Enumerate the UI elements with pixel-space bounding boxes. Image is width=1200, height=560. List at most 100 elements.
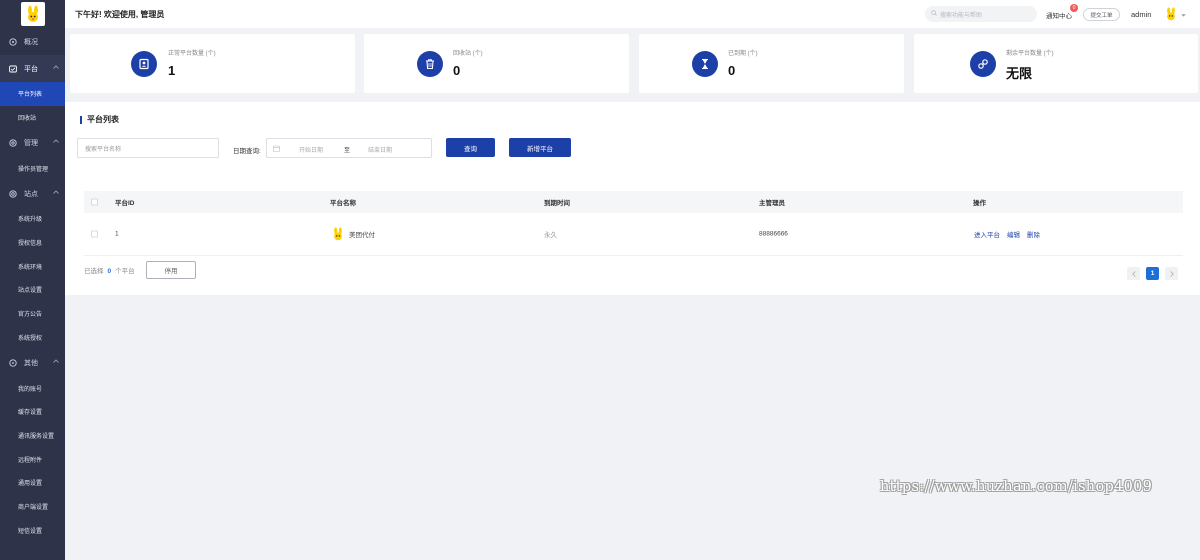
end-date-input[interactable]: 结束日期 <box>368 145 392 154</box>
nav-other[interactable]: 其他 <box>0 349 65 376</box>
chevron-up-icon <box>53 64 59 71</box>
stat-value: 无限 <box>1006 66 1033 81</box>
sidebar-item-authorization[interactable]: 系统授权 <box>0 326 65 350</box>
submit-ticket-button[interactable]: 提交工单 <box>1083 8 1120 21</box>
settings-icon <box>8 138 17 147</box>
selected-prefix: 已选择 <box>84 268 104 275</box>
platform-table: 平台ID 平台名称 到期时间 主管理员 操作 1 美团代付 永久 8888666… <box>84 191 1183 256</box>
sidebar-item-upgrade[interactable]: 系统升级 <box>0 207 65 231</box>
sidebar-item-environment[interactable]: 系统环境 <box>0 254 65 278</box>
stat-card-remaining: 剩余平台数量 (个) 无限 <box>914 34 1198 93</box>
platform-name-placeholder: 搜索平台名称 <box>85 146 122 153</box>
date-filter-label: 日期查询: <box>233 148 261 155</box>
platform-name-search-input[interactable]: 搜索平台名称 <box>77 138 219 158</box>
sidebar-item-announcement[interactable]: 官方公告 <box>0 302 65 326</box>
nav-site-label: 站点 <box>24 190 38 198</box>
stat-card-expired: 已到期 (个) 0 <box>639 34 904 93</box>
enter-platform-link[interactable]: 进入平台 <box>974 229 1000 239</box>
hourglass-icon <box>692 51 718 77</box>
sidebar-item-cache[interactable]: 缓存设置 <box>0 400 65 424</box>
table-row: 1 美团代付 永久 88886666 进入平台 编辑 删除 <box>84 213 1183 256</box>
row-expire: 永久 <box>544 232 557 239</box>
row-actions: 进入平台 编辑 删除 <box>974 229 1047 239</box>
avatar[interactable] <box>1163 6 1179 22</box>
selected-suffix: 个平台 <box>115 268 135 275</box>
platform-list-panel: 平台列表 搜索平台名称 日期查询: 开始日期 至 结束日期 查询 新增平台 平台… <box>65 102 1200 295</box>
stat-value: 0 <box>453 63 461 78</box>
nav-site[interactable]: 站点 <box>0 180 65 207</box>
page-number-current[interactable]: 1 <box>1146 267 1159 280</box>
chevron-down-icon[interactable] <box>1181 12 1186 19</box>
trash-icon <box>417 51 443 77</box>
username[interactable]: admin <box>1131 10 1151 19</box>
sidebar-item-license-info[interactable]: 授权信息 <box>0 231 65 255</box>
stat-label: 已到期 (个) <box>728 51 758 57</box>
row-platform-name: 美团代付 <box>331 227 375 241</box>
row-platform-name-text: 美团代付 <box>349 232 375 239</box>
range-separator: 至 <box>344 148 351 154</box>
selected-count: 0 <box>107 268 112 275</box>
stat-label: 正常平台数量 (个) <box>168 51 216 57</box>
search-placeholder: 搜索功能与帮助 <box>940 12 983 19</box>
notice-badge: 0 <box>1070 4 1078 12</box>
sidebar-item-site-settings[interactable]: 站点设置 <box>0 278 65 302</box>
disable-button[interactable]: 停用 <box>146 261 196 279</box>
start-date-input[interactable]: 开始日期 <box>299 145 323 154</box>
stat-value: 1 <box>168 63 176 78</box>
nav-platform[interactable]: 平台 <box>0 55 65 82</box>
sidebar-item-remote-attach[interactable]: 远程附件 <box>0 447 65 471</box>
platform-icon <box>8 64 17 73</box>
nav-manage[interactable]: 管理 <box>0 129 65 156</box>
add-platform-button[interactable]: 新增平台 <box>509 138 571 157</box>
top-header: 下午好! 欢迎使用, 管理员 搜索功能与帮助 通知中心 0 提交工单 admin <box>65 0 1200 28</box>
search-icon <box>931 10 940 18</box>
nav-overview[interactable]: 概况 <box>0 28 65 55</box>
panel-title: 平台列表 <box>80 116 119 124</box>
chevron-left-icon <box>1131 270 1136 277</box>
sidebar-item-platform-list[interactable]: 平台列表 <box>0 82 65 106</box>
sidebar-item-sms[interactable]: 短信设置 <box>0 518 65 542</box>
prev-page-button[interactable] <box>1127 267 1140 280</box>
sidebar-item-comm-service[interactable]: 通讯服务设置 <box>0 424 65 448</box>
platform-logo-icon <box>334 227 342 241</box>
sidebar-item-my-account[interactable]: 我的账号 <box>0 376 65 400</box>
table-header: 平台ID 平台名称 到期时间 主管理员 操作 <box>84 191 1183 213</box>
col-actions: 操作 <box>973 200 986 207</box>
sidebar-item-recycle[interactable]: 回收站 <box>0 106 65 130</box>
greeting-text: 下午好! 欢迎使用, 管理员 <box>75 10 165 19</box>
stat-label: 剩余平台数量 (个) <box>1006 51 1054 57</box>
select-all-checkbox[interactable] <box>91 198 98 206</box>
stat-label: 回收站 (个) <box>453 51 483 57</box>
row-admin: 88886666 <box>759 230 788 238</box>
nav-platform-label: 平台 <box>24 65 38 73</box>
nav-other-label: 其他 <box>24 359 38 367</box>
edit-link[interactable]: 编辑 <box>1007 229 1020 239</box>
calendar-icon <box>273 145 280 154</box>
profile-icon <box>131 51 157 77</box>
site-icon <box>8 189 17 198</box>
search-input[interactable]: 搜索功能与帮助 <box>925 6 1037 22</box>
date-range-picker[interactable]: 开始日期 至 结束日期 <box>266 138 432 158</box>
stat-card-active: 正常平台数量 (个) 1 <box>70 34 355 93</box>
link-icon <box>970 51 996 77</box>
chevron-up-icon <box>53 189 59 196</box>
row-checkbox[interactable] <box>91 230 98 238</box>
sidebar: 概况 平台 平台列表 回收站 管理 操作员管理 站点 系统升级 授权信息 系统环… <box>0 0 65 560</box>
row-id: 1 <box>115 230 119 238</box>
dashboard-icon <box>8 37 17 46</box>
sidebar-item-operators[interactable]: 操作员管理 <box>0 156 65 180</box>
col-platform-id: 平台ID <box>115 200 135 207</box>
col-main-admin: 主管理员 <box>759 200 785 207</box>
col-expire-time: 到期时间 <box>544 200 570 207</box>
chevron-up-icon <box>53 138 59 145</box>
notice-center-link[interactable]: 通知中心 <box>1046 10 1072 20</box>
more-icon <box>8 358 17 367</box>
delete-link[interactable]: 删除 <box>1027 229 1040 239</box>
sidebar-item-general[interactable]: 通用设置 <box>0 471 65 495</box>
sidebar-item-merchant[interactable]: 商户端设置 <box>0 495 65 519</box>
watermark-text: https://www.huzhan.com/ishop4009 <box>880 479 1153 495</box>
query-button[interactable]: 查询 <box>446 138 495 157</box>
logo[interactable] <box>0 0 65 28</box>
chevron-right-icon <box>1169 270 1174 277</box>
next-page-button[interactable] <box>1165 267 1178 280</box>
